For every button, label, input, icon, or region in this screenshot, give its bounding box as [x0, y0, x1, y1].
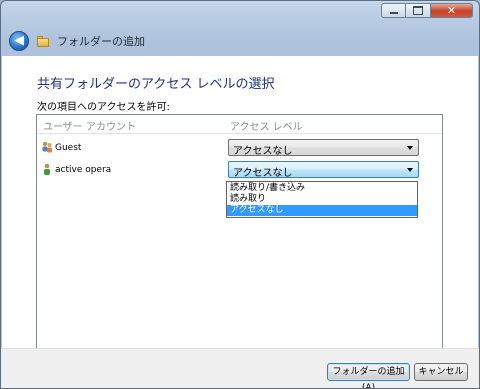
- column-header-user[interactable]: ユーザー アカウント: [43, 118, 136, 133]
- access-level-select[interactable]: アクセスなし: [228, 161, 419, 179]
- access-level-dropdown[interactable]: 読み取り/書き込み 読み取り アクセスなし: [226, 181, 418, 218]
- back-button[interactable]: ◀: [9, 31, 29, 51]
- caption-buttons: ✕: [381, 3, 473, 18]
- close-button[interactable]: ✕: [431, 3, 473, 18]
- user-name: active opera: [55, 165, 112, 175]
- dropdown-option-read[interactable]: 読み取り: [227, 194, 417, 205]
- chevron-down-icon: [407, 168, 413, 172]
- column-headers: ユーザー アカウント アクセス レベル: [37, 115, 442, 134]
- footer: フォルダーの追加(A) キャンセル: [1, 348, 479, 388]
- back-arrow-icon: ◀: [14, 33, 24, 48]
- dropdown-option-read-write[interactable]: 読み取り/書き込み: [227, 183, 417, 194]
- chevron-down-icon: [407, 146, 413, 150]
- add-folder-button[interactable]: フォルダーの追加(A): [327, 363, 410, 388]
- maximize-icon: [413, 6, 423, 15]
- wizard-window: ✕ ◀ フォルダーの追加 共有フォルダーのアクセス レベルの選択 次の項目へのア…: [0, 0, 480, 389]
- table-row[interactable]: Guest アクセスなし: [37, 137, 442, 159]
- minimize-icon: [389, 12, 398, 14]
- column-header-access[interactable]: アクセス レベル: [230, 118, 303, 133]
- table-row[interactable]: active opera アクセスなし: [37, 159, 442, 181]
- wizard-title: フォルダーの追加: [57, 35, 145, 48]
- users-group-icon: [42, 142, 52, 153]
- instruction-label: 次の項目へのアクセスを許可:: [37, 102, 170, 113]
- access-level-value: アクセスなし: [233, 168, 293, 179]
- folder-icon: [37, 36, 49, 47]
- user-icon: [44, 163, 50, 175]
- minimize-button[interactable]: [381, 3, 406, 18]
- wizard-header: ◀ フォルダーの追加: [1, 25, 479, 57]
- page-title: 共有フォルダーのアクセス レベルの選択: [37, 77, 275, 92]
- cancel-button[interactable]: キャンセル: [414, 363, 468, 381]
- access-level-value: アクセスなし: [233, 146, 293, 157]
- dropdown-option-no-access[interactable]: アクセスなし: [227, 205, 417, 216]
- access-list: ユーザー アカウント アクセス レベル Guest アクセスなし active …: [36, 114, 443, 359]
- close-icon: ✕: [446, 4, 457, 17]
- maximize-button[interactable]: [406, 3, 431, 18]
- user-name: Guest: [55, 143, 82, 153]
- access-level-select[interactable]: アクセスなし: [228, 139, 419, 157]
